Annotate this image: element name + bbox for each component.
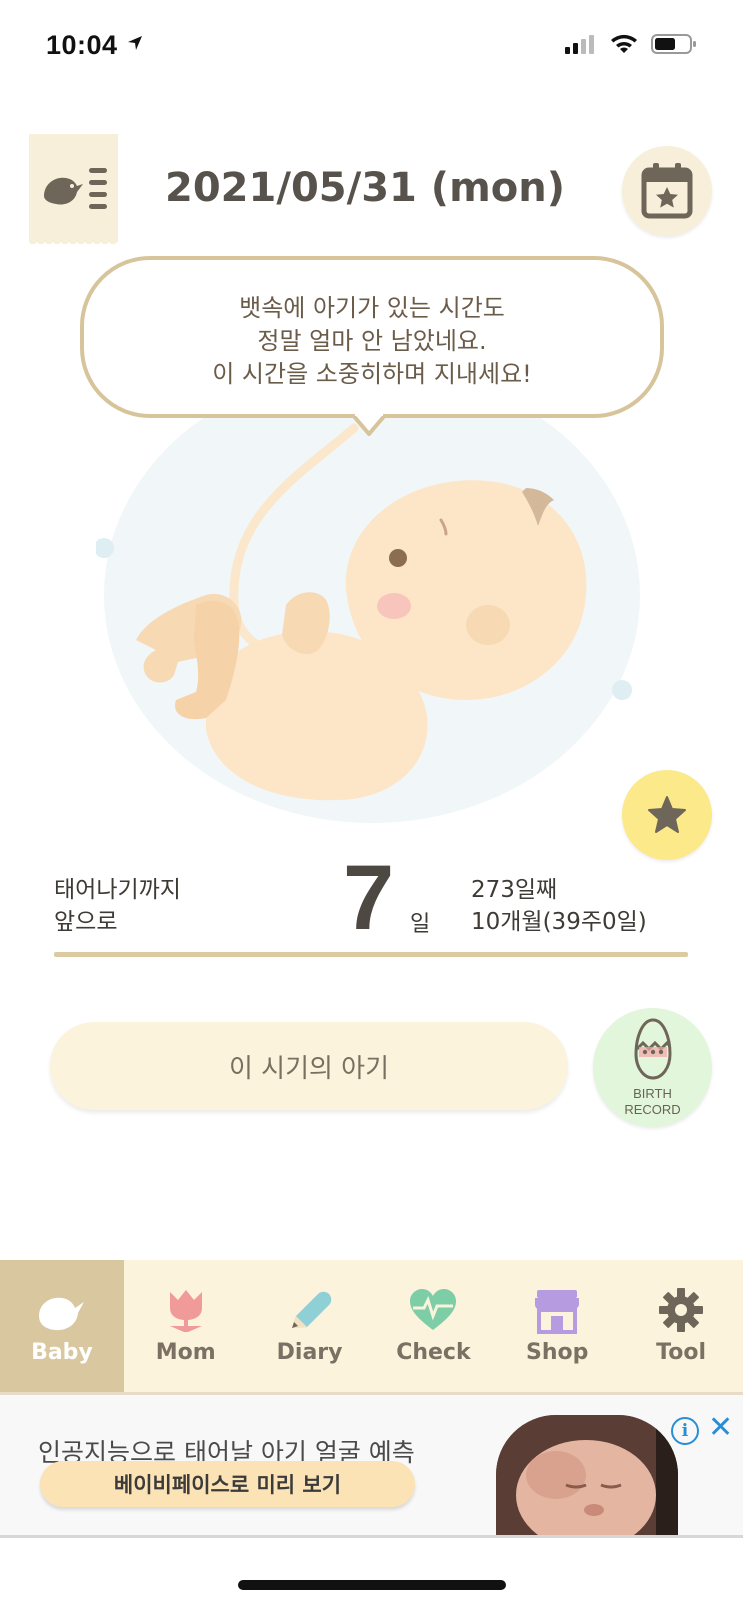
day-count: 273일째 [471, 877, 558, 903]
tab-diary[interactable]: Diary [248, 1260, 372, 1392]
days-unit: 일 [410, 912, 431, 937]
tab-mom[interactable]: Mom [124, 1260, 248, 1392]
countdown-label-line-2: 앞으로 [54, 909, 118, 935]
calendar-button[interactable] [622, 146, 712, 236]
home-indicator[interactable] [238, 1580, 506, 1590]
speech-bubble-tail [352, 414, 386, 436]
tab-tool-label: Tool [656, 1340, 706, 1365]
tab-shop-label: Shop [526, 1340, 589, 1365]
page-title-date: 2021/05/31 (mon) [165, 165, 565, 211]
tab-baby[interactable]: Baby [0, 1260, 124, 1392]
month-week: 10개월(39주0일) [471, 909, 647, 935]
tab-tool[interactable]: Tool [619, 1260, 743, 1392]
bubble-line-3: 이 시간을 소중히하며 지내세요! [212, 360, 532, 388]
fetus-illustration [96, 400, 640, 823]
gear-icon [659, 1288, 704, 1332]
tulip-icon [169, 1290, 202, 1332]
tab-check[interactable]: Check [371, 1260, 495, 1392]
birth-record-line-2: RECORD [624, 1102, 681, 1117]
countdown-label-line-1: 태어나기까지 [54, 877, 181, 903]
speech-bubble: 뱃속에 아기가 있는 시간도 정말 얼마 안 남았네요. 이 시간을 소중히하며… [80, 256, 664, 418]
store-icon [535, 1290, 580, 1334]
bird-menu-icon [44, 168, 107, 209]
ad-info-button[interactable]: i [671, 1417, 699, 1445]
status-time-text: 10:04 [46, 30, 118, 60]
menu-button[interactable] [29, 134, 118, 248]
birth-record-button[interactable]: BIRTH RECORD [593, 1008, 712, 1127]
favorite-star-button[interactable] [622, 770, 712, 860]
bottom-tab-bar: Baby Mom Diary Check Shop Tool [0, 1260, 743, 1395]
pencil-icon [291, 1291, 331, 1328]
bubble-line-2: 정말 얼마 안 남았네요. [257, 327, 487, 355]
pregnancy-progress-info: 273일째 10개월(39주0일) [471, 874, 647, 938]
ad-close-button[interactable]: ✕ [708, 1411, 733, 1445]
ad-baby-photo [496, 1415, 678, 1535]
tab-mom-label: Mom [155, 1340, 216, 1365]
egg-icon [634, 1018, 672, 1080]
calendar-star-icon [641, 163, 693, 219]
cellular-signal-icon [565, 35, 594, 54]
bird-icon [38, 1297, 84, 1331]
countdown-label: 태어나기까지 앞으로 [54, 874, 181, 938]
tab-check-label: Check [396, 1340, 471, 1365]
ad-banner[interactable]: 인공지능으로 태어날 아기 얼굴 예측 베이비페이스로 미리 보기 i ✕ [0, 1395, 743, 1538]
status-time: 10:04 [46, 30, 144, 61]
days-left-number: 7 [343, 847, 395, 949]
wifi-icon [611, 34, 637, 53]
tab-shop[interactable]: Shop [495, 1260, 619, 1392]
ad-cta-button[interactable]: 베이비페이스로 미리 보기 [40, 1461, 415, 1507]
bubble-line-1: 뱃속에 아기가 있는 시간도 [239, 294, 505, 322]
location-arrow-icon [127, 36, 142, 50]
countdown-divider [54, 952, 688, 957]
star-icon [648, 796, 686, 833]
sleeping-baby-image [496, 1415, 678, 1535]
status-icons [565, 33, 697, 55]
battery-icon [651, 34, 696, 54]
heart-pulse-icon [410, 1289, 457, 1330]
birth-record-line-1: BIRTH [633, 1086, 672, 1101]
baby-this-period-button[interactable]: 이 시기의 아기 [50, 1022, 568, 1110]
tab-diary-label: Diary [276, 1340, 343, 1365]
tab-baby-label: Baby [31, 1340, 93, 1365]
